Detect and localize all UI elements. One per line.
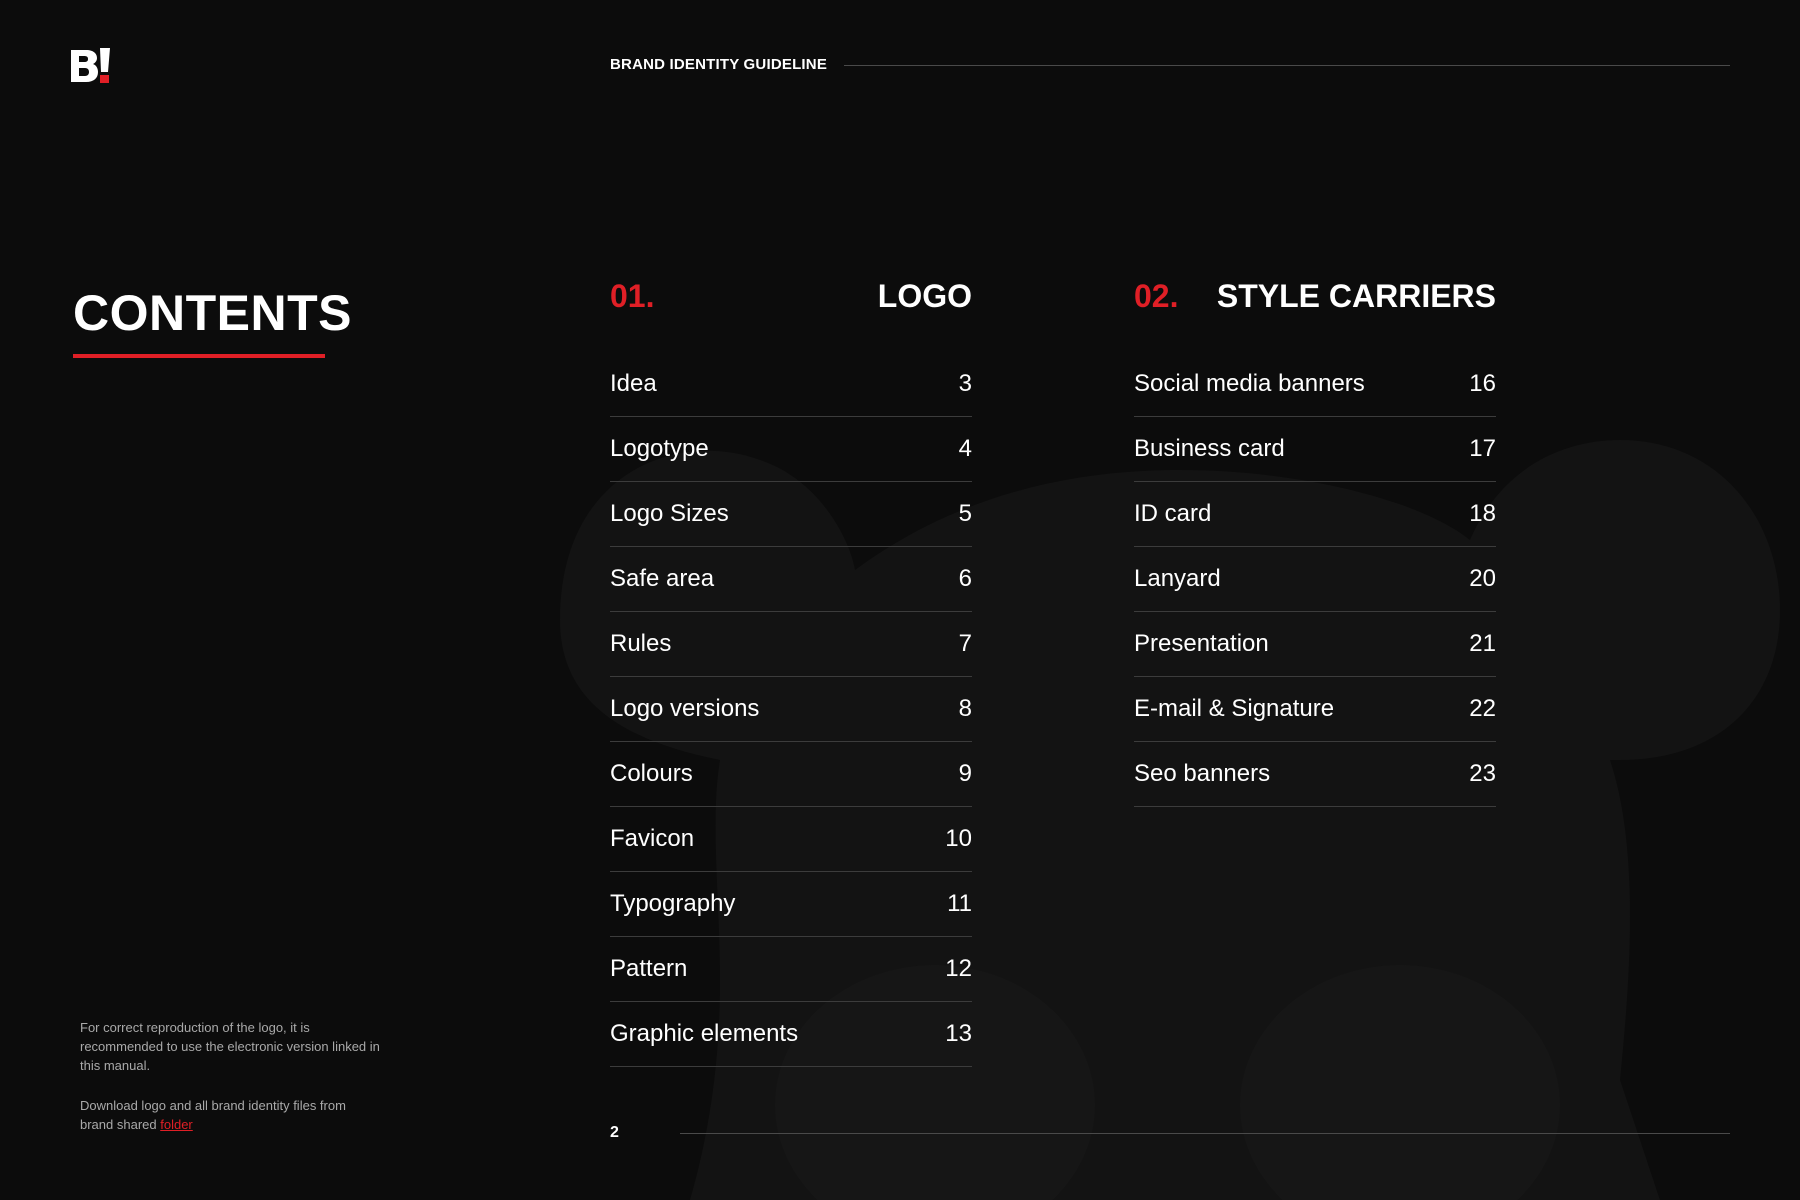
toc-entry-label: ID card xyxy=(1134,499,1212,527)
toc-entry-page: 7 xyxy=(958,629,972,657)
section-header: 01. LOGO xyxy=(610,278,972,330)
toc-entry-page: 17 xyxy=(1469,434,1496,462)
toc-entry-page: 4 xyxy=(958,434,972,462)
toc-entry-page: 11 xyxy=(947,889,972,917)
toc-entry[interactable]: Lanyard 20 xyxy=(1134,548,1496,612)
toc-entry[interactable]: E-mail & Signature 22 xyxy=(1134,678,1496,742)
section-number: 01. xyxy=(610,278,655,314)
toc-entry-label: Graphic elements xyxy=(610,1019,799,1047)
toc-entry-page: 13 xyxy=(945,1019,972,1047)
toc-entry[interactable]: Presentation 21 xyxy=(1134,613,1496,677)
toc-entry-page: 18 xyxy=(1469,499,1496,527)
toc-entry[interactable]: Logo Sizes 5 xyxy=(610,483,972,547)
section-logo: 01. LOGO Idea 3 Logotype 4 Logo Sizes 5 Safe a… xyxy=(610,278,972,1067)
toc-entry[interactable]: Rules 7 xyxy=(610,613,972,677)
section-number: 02. xyxy=(1134,278,1179,314)
toc-entry-page: 6 xyxy=(958,564,972,592)
section-header: 02. STYLE CARRIERS xyxy=(1134,278,1496,330)
toc-list: Idea 3 Logotype 4 Logo Sizes 5 Safe area 6 Rules… xyxy=(610,353,972,1067)
toc-entry-page: 5 xyxy=(958,499,972,527)
brand-logo-icon xyxy=(71,48,110,83)
toc-entry-label: Colours xyxy=(610,759,693,787)
toc-entry-page: 16 xyxy=(1469,369,1496,397)
toc-entry-label: Typography xyxy=(610,889,736,917)
toc-entry-page: 12 xyxy=(945,954,972,982)
title-underline xyxy=(73,354,325,358)
toc-list: Social media banners 16 Business card 17 ID … xyxy=(1134,353,1496,807)
toc-entry[interactable]: Typography 11 xyxy=(610,873,972,937)
folder-link[interactable]: folder xyxy=(160,1117,193,1132)
section-title: LOGO xyxy=(877,278,972,314)
toc-entry[interactable]: Logo versions 8 xyxy=(610,678,972,742)
page-title: CONTENTS xyxy=(73,285,352,341)
section-style-carriers: 02. STYLE CARRIERS Social media banners 1… xyxy=(1134,278,1496,807)
toc-entry-label: Safe area xyxy=(610,564,715,592)
toc-entry-label: Logotype xyxy=(610,434,709,462)
toc-entry-label: Seo banners xyxy=(1134,759,1271,787)
toc-entry-label: Idea xyxy=(610,369,657,397)
toc-entry-label: Presentation xyxy=(1134,629,1269,657)
toc-entry-label: E-mail & Signature xyxy=(1134,694,1335,722)
toc-entry[interactable]: Graphic elements 13 xyxy=(610,1003,972,1067)
toc-entry-label: Social media banners xyxy=(1134,369,1365,397)
toc-entry-label: Favicon xyxy=(610,824,695,852)
reproduction-note: For correct reproduction of the logo, it… xyxy=(80,1020,380,1073)
toc-entry-label: Pattern xyxy=(610,954,688,982)
toc-entry-page: 10 xyxy=(945,824,972,852)
toc-entry[interactable]: Pattern 12 xyxy=(610,938,972,1002)
toc-entry-label: Business card xyxy=(1134,434,1285,462)
toc-entry[interactable]: Business card 17 xyxy=(1134,418,1496,482)
toc-entry-page: 22 xyxy=(1469,694,1496,722)
toc-entry-page: 8 xyxy=(958,694,972,722)
toc-entry-label: Logo Sizes xyxy=(610,499,729,527)
toc-entry[interactable]: Safe area 6 xyxy=(610,548,972,612)
toc-entry-label: Lanyard xyxy=(1134,564,1221,592)
download-note: Download logo and all brand identity fil… xyxy=(80,1096,380,1134)
section-title: STYLE CARRIERS xyxy=(1216,278,1496,314)
toc-entry-label: Logo versions xyxy=(610,694,760,722)
toc-entry[interactable]: Idea 3 xyxy=(610,353,972,417)
toc-entry-page: 3 xyxy=(958,369,972,397)
header-title: BRAND IDENTITY GUIDELINE xyxy=(610,56,828,73)
toc-entry[interactable]: Colours 9 xyxy=(610,743,972,807)
toc-entry-page: 23 xyxy=(1469,759,1496,787)
footer-divider xyxy=(680,1133,1730,1134)
download-note-text: Download logo and all brand identity fil… xyxy=(80,1098,346,1132)
toc-entry[interactable]: Social media banners 16 xyxy=(1134,353,1496,417)
toc-entry[interactable]: ID card 18 xyxy=(1134,483,1496,547)
toc-entry-label: Rules xyxy=(610,629,672,657)
toc-entry-page: 9 xyxy=(958,759,972,787)
toc-entry[interactable]: Favicon 10 xyxy=(610,808,972,872)
toc-entry[interactable]: Seo banners 23 xyxy=(1134,743,1496,807)
header-divider xyxy=(844,65,1730,66)
toc-entry-page: 21 xyxy=(1469,629,1496,657)
toc-entry-page: 20 xyxy=(1469,564,1496,592)
page-number: 2 xyxy=(610,1124,619,1141)
toc-entry[interactable]: Logotype 4 xyxy=(610,418,972,482)
